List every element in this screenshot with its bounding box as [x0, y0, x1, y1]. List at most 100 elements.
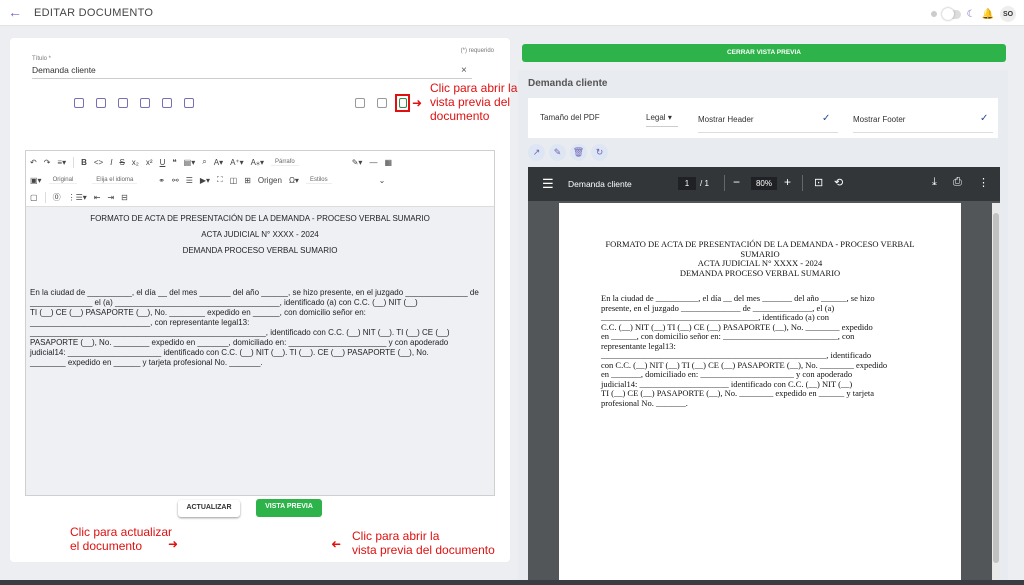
preview-button[interactable]: VISTA PREVIA: [256, 499, 322, 517]
accessibility-icon[interactable]: ⓪: [53, 192, 61, 203]
clear-title-icon[interactable]: ×: [461, 65, 467, 76]
show-header-check-icon[interactable]: ✓: [822, 113, 830, 124]
print-icon[interactable]: ⎙: [953, 176, 962, 189]
title-input[interactable]: Demanda cliente: [32, 65, 472, 79]
doc-line: En la ciudad de __________, el día __ de…: [30, 288, 479, 297]
more-options-icon[interactable]: ⋮: [978, 176, 989, 189]
indent-icon[interactable]: ⇤: [94, 193, 101, 202]
table-cell-icon[interactable]: ◫: [230, 176, 238, 185]
back-arrow-icon[interactable]: ←: [8, 5, 22, 19]
unlink-icon[interactable]: ⚯: [172, 176, 179, 185]
avatar[interactable]: SO: [1000, 6, 1016, 22]
pdf-size-select[interactable]: Legal ▾: [646, 113, 672, 122]
image-style-select[interactable]: Original: [48, 177, 78, 184]
zoom-in-icon[interactable]: +: [784, 175, 791, 189]
italic-icon[interactable]: I: [110, 158, 112, 167]
fit-page-icon[interactable]: ⊡: [814, 176, 823, 189]
divider: [802, 175, 803, 191]
gallery-icon[interactable]: [355, 98, 365, 108]
editor-panel: (*) requerido Título * Demanda cliente ×…: [10, 38, 517, 562]
zoom-out-icon[interactable]: −: [733, 175, 740, 189]
close-preview-button[interactable]: CERRAR VISTA PREVIA: [522, 44, 1006, 62]
divider: [73, 156, 75, 168]
annotation-preview-top: Clic para abrir la vista previa del docu…: [430, 81, 518, 123]
open-external-icon[interactable]: ↗: [528, 144, 545, 161]
bell-icon[interactable]: 🔔: [982, 9, 994, 20]
folder-icon[interactable]: [96, 98, 106, 108]
copy-icon[interactable]: [118, 98, 128, 108]
edit-icon[interactable]: ✎: [549, 144, 566, 161]
archive-icon[interactable]: [140, 98, 150, 108]
download-icon[interactable]: ⤓: [932, 176, 937, 189]
show-header-label: Mostrar Header: [698, 115, 754, 124]
outdent-icon[interactable]: ⇥: [107, 193, 114, 202]
annotation-arrow-icon: ➜: [331, 537, 342, 551]
comment-icon[interactable]: [184, 98, 194, 108]
doc-line: ___________________________, con represe…: [30, 318, 250, 327]
highlight-icon[interactable]: ✎▾: [352, 158, 363, 167]
show-footer-check-icon[interactable]: ✓: [980, 113, 988, 124]
refresh-icon[interactable]: ↻: [591, 144, 608, 161]
font-size-icon[interactable]: A⁺▾: [230, 158, 244, 167]
origin-label[interactable]: Origen: [258, 176, 282, 185]
subscript-icon[interactable]: x₂: [132, 158, 139, 167]
update-button[interactable]: ACTUALIZAR: [178, 500, 240, 517]
top-bar-actions: ☾ 🔔 SO: [930, 6, 1016, 22]
find-icon[interactable]: ⌕: [202, 157, 206, 167]
horizontal-line-icon[interactable]: —: [369, 158, 377, 167]
divider: [853, 132, 993, 133]
pdf-scrollbar-thumb[interactable]: [993, 213, 999, 563]
paragraph-select[interactable]: Párrafo: [271, 159, 299, 166]
numbered-list-icon[interactable]: ⋮☰▾: [68, 193, 87, 202]
menu-icon[interactable]: ☰: [542, 176, 554, 192]
preview-actions: ↗ ✎ 🗑 ↻: [528, 144, 608, 161]
strikethrough-icon[interactable]: S: [119, 158, 124, 167]
styles-select[interactable]: Estilos: [305, 177, 332, 184]
preview-file-highlight[interactable]: [395, 94, 410, 112]
frame-icon[interactable]: ⛶: [217, 175, 223, 185]
source-code-icon[interactable]: ⊞: [244, 176, 251, 185]
language-select[interactable]: Elija el idioma: [92, 177, 138, 184]
toolbar-row-2: ▣▾ Original Elija el idioma ⚭ ⚯ ☰ ▶▾ ⛶ ◫…: [30, 172, 385, 188]
image-icon[interactable]: ▣▾: [30, 176, 42, 185]
font-color-icon[interactable]: A▾: [214, 158, 223, 167]
link-icon[interactable]: ⚭: [158, 176, 165, 185]
page-title: EDITAR DOCUMENTO: [34, 7, 154, 19]
quote-icon[interactable]: ❝: [172, 158, 176, 167]
file-preview-icon[interactable]: [398, 98, 407, 108]
document-actions: [355, 98, 387, 108]
font-family-icon[interactable]: A⁎▾: [251, 158, 264, 167]
save-icon[interactable]: [377, 98, 387, 108]
doc-line: ________________________________________…: [30, 328, 450, 337]
bold-icon[interactable]: B: [81, 158, 87, 167]
preview-icon[interactable]: ▢: [30, 193, 38, 202]
doc-line: PASAPORTE (__), No. ________ expedido en…: [30, 338, 449, 347]
rotate-icon[interactable]: ⟲: [834, 176, 843, 189]
undo-icon[interactable]: ↶: [30, 158, 37, 167]
annotation-update: Clic para actualizar el documento: [70, 525, 173, 553]
pdf-page: FORMATO DE ACTA DE PRESENTACIÓN DE LA DE…: [559, 203, 961, 585]
page-break-icon[interactable]: ⊟: [121, 193, 128, 202]
redo-icon[interactable]: ↷: [44, 158, 51, 167]
briefcase-icon[interactable]: [74, 98, 84, 108]
theme-toggle[interactable]: [941, 7, 961, 20]
editor-content[interactable]: FORMATO DE ACTA DE PRESENTACIÓN DE LA DE…: [26, 208, 494, 496]
editor-toolbar: ↶ ↷ ≡▾ B <> I S x₂ x² U ❝ ▤▾ ⌕ A▾ A⁺▾ A⁎…: [26, 151, 494, 207]
rich-text-editor[interactable]: ↶ ↷ ≡▾ B <> I S x₂ x² U ❝ ▤▾ ⌕ A▾ A⁺▾ A⁎…: [25, 150, 495, 496]
zoom-input[interactable]: 80%: [751, 177, 777, 190]
styles-chevron-icon[interactable]: ⌄: [379, 176, 386, 185]
trash-icon[interactable]: 🗑: [570, 144, 587, 161]
special-char-icon[interactable]: Ω▾: [289, 176, 299, 185]
clipboard-icon[interactable]: ▤▾: [184, 158, 196, 167]
table-icon[interactable]: ▦: [384, 158, 392, 167]
underline-icon[interactable]: U: [160, 158, 166, 167]
align-icon[interactable]: ≡▾: [57, 158, 66, 167]
list-icon[interactable]: [162, 98, 172, 108]
superscript-icon[interactable]: x²: [146, 158, 153, 167]
media-icon[interactable]: ▶▾: [200, 176, 210, 185]
doc-body: En la ciudad de __________, el día __ de…: [30, 288, 490, 368]
code-icon[interactable]: <>: [94, 158, 103, 167]
page-number-input[interactable]: 1: [678, 177, 696, 190]
required-note: (*) requerido: [460, 48, 494, 54]
bulleted-list-icon[interactable]: ☰: [186, 176, 193, 185]
